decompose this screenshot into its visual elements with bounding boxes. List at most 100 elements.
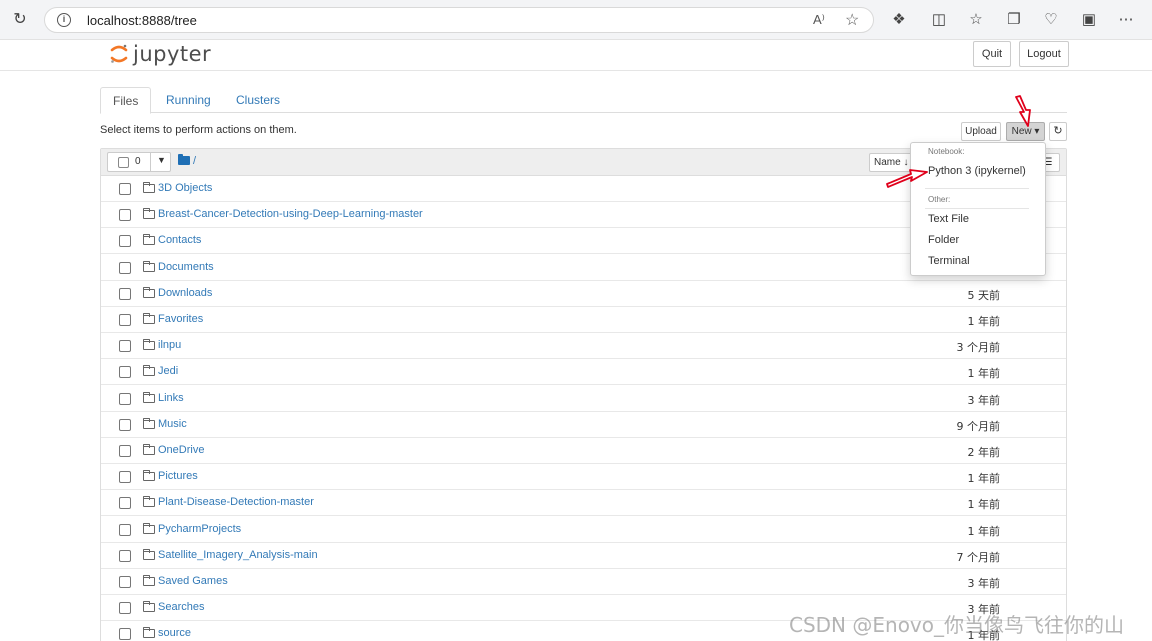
refresh-button[interactable]: ↻ <box>1049 122 1067 141</box>
tab-running[interactable]: Running <box>154 87 223 113</box>
last-modified: 1 年前 <box>967 315 1001 328</box>
table-row[interactable]: Plant-Disease-Detection-master 1 年前 <box>101 490 1066 517</box>
file-name-link[interactable]: OneDrive <box>158 444 204 456</box>
reload-icon[interactable]: ↻ <box>10 10 30 30</box>
row-checkbox[interactable] <box>119 366 131 379</box>
collections-icon[interactable]: ❐ <box>1004 10 1024 30</box>
row-checkbox[interactable] <box>119 418 131 431</box>
row-checkbox[interactable] <box>119 471 131 484</box>
file-name-link[interactable]: Favorites <box>158 313 203 325</box>
sort-by-name-button[interactable]: Name ↓ <box>869 153 915 172</box>
row-checkbox[interactable] <box>119 497 131 510</box>
row-checkbox[interactable] <box>119 602 131 615</box>
file-name-link[interactable]: PycharmProjects <box>158 523 241 535</box>
table-row[interactable]: Music 9 个月前 <box>101 412 1066 438</box>
file-name-link[interactable]: Satellite_Imagery_Analysis-main <box>158 549 318 561</box>
read-aloud-icon[interactable]: A⁾ <box>813 12 825 28</box>
menu-item-text-file[interactable]: Text File <box>928 213 969 225</box>
quit-button[interactable]: Quit <box>973 41 1011 67</box>
folder-icon <box>143 470 155 482</box>
selection-hint: Select items to perform actions on them. <box>100 124 297 136</box>
breadcrumb[interactable]: / <box>193 155 196 167</box>
row-checkbox[interactable] <box>119 261 131 274</box>
home-folder-icon[interactable] <box>178 154 190 165</box>
table-row[interactable]: Saved Games 3 年前 <box>101 569 1066 595</box>
file-name-link[interactable]: 3D Objects <box>158 182 212 194</box>
file-name-link[interactable]: Pictures <box>158 470 198 482</box>
folder-icon <box>143 522 155 534</box>
address-bar[interactable]: i localhost:8888/tree A⁾ ☆ <box>44 7 874 33</box>
more-menu-icon[interactable]: ⋯ <box>1116 10 1136 30</box>
table-row[interactable]: Downloads 5 天前 <box>101 281 1066 307</box>
file-name-link[interactable]: ilnpu <box>158 339 181 351</box>
table-row[interactable]: PycharmProjects 1 年前 <box>101 517 1066 543</box>
split-screen-icon[interactable]: ◫ <box>929 10 949 30</box>
other-section-header: Other: <box>928 195 951 204</box>
site-info-icon[interactable]: i <box>57 13 71 27</box>
selected-count: 0 <box>135 156 141 167</box>
row-checkbox[interactable] <box>119 235 131 248</box>
url-text[interactable]: localhost:8888/tree <box>87 13 197 28</box>
watermark: CSDN @Enovo_你当像鸟飞往你的山 <box>789 613 1124 637</box>
select-all-control[interactable]: 0 ▼ <box>107 152 171 172</box>
file-name-link[interactable]: Searches <box>158 601 204 613</box>
row-checkbox[interactable] <box>119 209 131 222</box>
row-checkbox[interactable] <box>119 523 131 536</box>
browser-essentials-icon[interactable]: ♡ <box>1041 10 1061 30</box>
copilot-icon[interactable]: ▣ <box>1079 10 1099 30</box>
row-checkbox[interactable] <box>119 183 131 195</box>
file-name-link[interactable]: Music <box>158 418 187 430</box>
menu-item-folder[interactable]: Folder <box>928 234 959 246</box>
folder-icon <box>143 575 155 586</box>
favorite-star-icon[interactable]: ☆ <box>845 10 859 30</box>
file-name-link[interactable]: Downloads <box>158 287 212 299</box>
table-row[interactable]: ilnpu 3 个月前 <box>101 333 1066 360</box>
row-checkbox[interactable] <box>119 576 131 588</box>
file-name-link[interactable]: Links <box>158 392 184 404</box>
new-button[interactable]: New ▾ <box>1006 122 1045 141</box>
file-name-link[interactable]: source <box>158 627 191 639</box>
table-row[interactable]: Links 3 年前 <box>101 386 1066 412</box>
row-checkbox[interactable] <box>119 628 131 641</box>
file-name-link[interactable]: Saved Games <box>158 575 228 587</box>
folder-icon <box>143 208 155 220</box>
file-name-link[interactable]: Documents <box>158 261 214 273</box>
tab-clusters[interactable]: Clusters <box>224 87 292 113</box>
table-row[interactable]: Favorites 1 年前 <box>101 307 1066 333</box>
row-checkbox[interactable] <box>119 287 131 300</box>
tab-files[interactable]: Files <box>100 87 152 114</box>
folder-icon <box>143 365 155 377</box>
row-checkbox[interactable] <box>119 314 131 326</box>
extensions-icon[interactable]: ❖ <box>889 10 909 30</box>
new-dropdown-menu: Notebook: Python 3 (ipykernel) Other: Te… <box>910 142 1046 276</box>
menu-item-terminal[interactable]: Terminal <box>928 255 970 267</box>
favorites-icon[interactable]: ☆ <box>966 10 986 30</box>
logo-text: jupyter <box>133 42 212 66</box>
row-checkbox[interactable] <box>119 340 131 353</box>
logout-button[interactable]: Logout <box>1019 41 1069 67</box>
row-checkbox[interactable] <box>119 392 131 405</box>
last-modified: 5 天前 <box>967 288 1001 302</box>
last-modified: 9 个月前 <box>956 419 1001 433</box>
upload-button[interactable]: Upload <box>961 122 1001 141</box>
folder-icon <box>143 182 155 193</box>
folder-icon <box>143 391 155 403</box>
select-all-checkbox[interactable] <box>118 157 129 168</box>
file-name-link[interactable]: Breast-Cancer-Detection-using-Deep-Learn… <box>158 208 423 220</box>
menu-item-python3-kernel[interactable]: Python 3 (ipykernel) <box>928 165 1026 177</box>
row-checkbox[interactable] <box>119 445 131 457</box>
file-name-link[interactable]: Jedi <box>158 365 178 377</box>
folder-icon <box>143 496 155 508</box>
jupyter-logo-icon <box>110 44 128 63</box>
table-row[interactable]: Pictures 1 年前 <box>101 464 1066 491</box>
folder-icon <box>143 313 155 324</box>
chevron-down-icon[interactable]: ▼ <box>157 155 166 165</box>
table-row[interactable]: OneDrive 2 年前 <box>101 438 1066 464</box>
table-row[interactable]: Jedi 1 年前 <box>101 359 1066 386</box>
file-name-link[interactable]: Plant-Disease-Detection-master <box>158 496 314 508</box>
jupyter-header: jupyter Quit Logout <box>0 40 1152 71</box>
file-name-link[interactable]: Contacts <box>158 234 201 246</box>
table-row[interactable]: Satellite_Imagery_Analysis-main 7 个月前 <box>101 543 1066 569</box>
row-checkbox[interactable] <box>119 549 131 562</box>
folder-icon <box>143 260 155 272</box>
